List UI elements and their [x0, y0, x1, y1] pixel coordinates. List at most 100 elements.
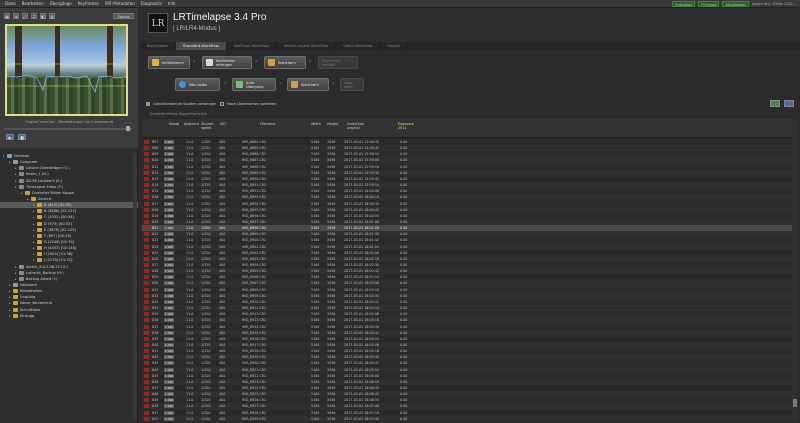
spezial-button[interactable]: Spezial	[113, 13, 134, 19]
timeline-slider[interactable]	[4, 126, 132, 131]
menu-item[interactable]: Datei	[5, 1, 16, 6]
tab-ketten-ingest-workflow[interactable]: Ketten-Ingest Workflow	[277, 42, 337, 50]
folder-icon	[37, 221, 42, 226]
save-label: Speichern	[278, 60, 296, 65]
visual-value: 1.990	[164, 232, 174, 237]
sort-by-name-checkbox[interactable]: Nach Dateinamen sortieren	[220, 102, 277, 106]
expand-icon[interactable]: ⤢	[22, 13, 28, 19]
scroll-thumb[interactable]	[793, 399, 797, 407]
row-marker	[144, 183, 149, 188]
tree-node-label: Netzwerk	[20, 282, 37, 287]
toolbar-row-2: Neu laden › Auto Übergang › Speichern › …	[140, 74, 800, 98]
menu-bar: Datei Bearbeiten Übergänge Keyframes IMF-Met…	[0, 0, 800, 8]
row-marker	[144, 238, 149, 243]
col-width[interactable]: Width	[311, 122, 321, 126]
image-table: Visual Aperture Shutter- speed ISO Filen…	[142, 119, 792, 421]
col-filename[interactable]: Filename	[260, 122, 275, 126]
col-height[interactable]: Height	[327, 122, 338, 126]
visual-value: 1.990	[164, 183, 174, 188]
visual-value: 1.990	[164, 275, 174, 280]
visual-value: 1.990	[164, 330, 174, 335]
tree-scrollbar[interactable]	[133, 153, 137, 419]
row-marker	[144, 256, 149, 261]
app-title: LRTimelapse 3.4 Pro	[173, 12, 267, 23]
tree-node-label: Neuer Verzeichnis	[20, 301, 53, 306]
checkbox-box[interactable]	[146, 102, 150, 106]
row-marker	[144, 342, 149, 347]
computer-icon	[13, 160, 18, 165]
row-marker	[144, 355, 149, 360]
cell-h: 3456	[327, 416, 336, 421]
col-iso[interactable]: ISO	[220, 122, 226, 126]
status-badge[interactable]: Privileges	[698, 1, 720, 7]
reload-button[interactable]: Neu laden	[175, 78, 220, 91]
visual-value: 1.990	[164, 367, 174, 372]
menu-item[interactable]: Info	[168, 1, 176, 6]
tree-node-label: A (843) [00:35]	[44, 203, 72, 208]
col-exposure[interactable]: Exposure 2012	[398, 122, 414, 130]
histogram-icon[interactable]: ▥	[49, 13, 55, 19]
init-button[interactable]: Initialisieren	[148, 56, 190, 69]
tree-node-label: Bibliotheken	[20, 289, 43, 294]
zoom-icon[interactable]: ⊕	[13, 13, 19, 19]
tree-node-label: J (2178) [01:72]	[44, 258, 73, 263]
settings-icon[interactable]	[784, 100, 794, 107]
checkbox-box[interactable]	[220, 102, 224, 106]
col-date[interactable]: Date/time original	[347, 122, 364, 130]
tab-deflicker-workflow[interactable]: Deflicker-Workflow	[227, 42, 278, 50]
next-disabled-button[interactable]: Über näch	[340, 78, 364, 91]
visual-value: 1.990	[164, 170, 174, 175]
row-marker	[144, 336, 149, 341]
tree-node-label: Einzugg	[20, 313, 35, 318]
auto-transition-label: Auto Übergang	[246, 80, 264, 89]
visual-value: 1.990	[164, 158, 174, 163]
tab-export[interactable]: Export	[381, 42, 408, 50]
visual-value: 1.990	[164, 342, 174, 347]
col-aperture[interactable]: Aperture	[184, 122, 199, 126]
tab-video-workflow[interactable]: Video-Workflow	[336, 42, 381, 50]
folder-icon	[13, 295, 18, 300]
status-badge[interactable]: Evaluation	[672, 1, 696, 7]
folder-tree: ▸ Desktop ▸ Computer ▸ Lokaler Datenträger (C…	[0, 153, 138, 319]
play-icon[interactable]: ▶	[6, 134, 14, 140]
status-badge[interactable]: Aktualisieren	[722, 1, 750, 7]
visual-value: 1.990	[164, 324, 174, 329]
stop-icon[interactable]: ■	[18, 134, 26, 140]
visual-value: 1.990	[164, 140, 174, 144]
keyframes-disabled-button[interactable]: Keyframes deaktiv	[318, 56, 358, 69]
menu-item[interactable]: Bearbeiten	[22, 1, 44, 6]
save-button[interactable]: Speichern	[264, 56, 306, 69]
visual-value: 1.990	[164, 361, 174, 366]
visual-value: 1.990	[164, 152, 174, 157]
auto-transition-button[interactable]: Auto Übergang	[232, 78, 276, 91]
right-tools	[770, 100, 794, 107]
save-button-2[interactable]: Speichern	[287, 78, 329, 91]
menu-item[interactable]: Übergänge	[50, 1, 72, 6]
table-scrollbar[interactable]	[792, 119, 798, 421]
left-pane: ▦ ⊕ ⤢ ⌗ ◧ ▥ Spezial Original Vorschau - …	[0, 8, 138, 423]
menu-item[interactable]: Keyframes	[78, 1, 99, 6]
col-visual[interactable]: Visual	[169, 122, 179, 126]
visual-value: 1.990	[164, 306, 174, 311]
menu-item[interactable]: Diagnostic	[141, 1, 162, 6]
col-shutter[interactable]: Shutter- speed	[201, 122, 215, 130]
init-label: Initialisieren	[162, 60, 184, 65]
keyframes-button[interactable]: Keyframes anzeigen	[202, 56, 252, 69]
hide-columns-checkbox[interactable]: Gleichbleibende Spalten verbergen	[146, 102, 216, 106]
tab-basisdaten[interactable]: Basisdaten	[140, 42, 176, 50]
row-marker	[144, 299, 149, 304]
menu-item[interactable]: IMF-Metadaten	[105, 1, 135, 6]
folder-icon	[37, 239, 42, 244]
slider-knob[interactable]	[126, 126, 130, 131]
compare-icon[interactable]: ◧	[40, 13, 46, 19]
table-row[interactable]: 1.990 852 11.0 1/320 400 IMG_8929.CR2 5184 3456…	[142, 415, 792, 421]
arrow-right-icon: ›	[309, 58, 312, 65]
export-icon[interactable]	[770, 100, 780, 107]
row-marker	[144, 293, 149, 298]
crop-icon[interactable]: ⌗	[31, 13, 37, 19]
tab-standard-workflow[interactable]: Standard-Workflow	[175, 42, 227, 50]
visual-value: 1.990	[164, 244, 174, 249]
tree-node[interactable]: ▸ Einzugg	[0, 313, 138, 319]
folder-icon	[37, 246, 42, 251]
grid-icon[interactable]: ▦	[4, 13, 10, 19]
